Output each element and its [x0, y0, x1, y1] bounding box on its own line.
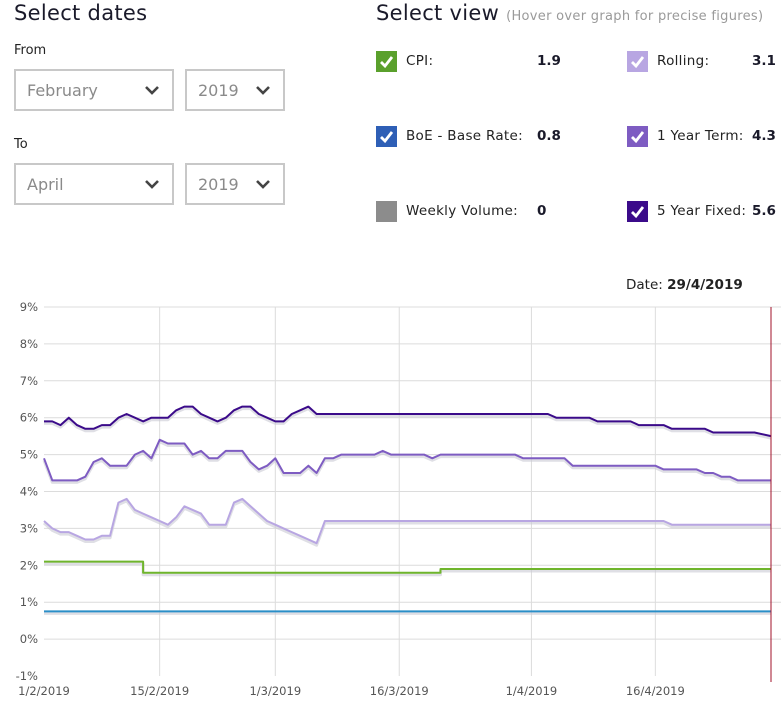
chevron-down-icon	[256, 180, 270, 189]
legend-item-value: 0.8	[537, 128, 561, 144]
series-line-rolling	[43, 497, 771, 545]
y-tick-label: 2%	[20, 558, 38, 572]
series-line-5-year-fixed	[44, 405, 772, 438]
to-year-value: 2019	[198, 175, 239, 194]
legend-item-value: 4.3	[752, 128, 776, 144]
y-tick-label: 8%	[20, 337, 38, 351]
checkbox-checked[interactable]	[376, 126, 397, 147]
chevron-down-icon	[145, 180, 159, 189]
series-line-cpi	[44, 560, 771, 574]
series-shadow	[43, 499, 771, 547]
legend-item-label: CPI:	[406, 53, 434, 69]
legend-item-label: 1 Year Term:	[657, 128, 744, 144]
x-tick-label: 16/4/2019	[626, 684, 685, 698]
chevron-down-icon	[145, 86, 159, 95]
select-dates-title: Select dates	[14, 1, 148, 25]
y-tick-label: 4%	[20, 485, 38, 499]
hover-hint: (Hover over graph for precise figures)	[506, 9, 764, 24]
from-month-value: February	[27, 81, 98, 100]
from-year-select[interactable]: 2019	[185, 69, 285, 111]
y-tick-label: 7%	[20, 374, 38, 388]
x-tick-label: 1/3/2019	[249, 684, 301, 698]
legend-item-label: 5 Year Fixed:	[657, 203, 747, 219]
legend-item-label: Rolling:	[657, 53, 710, 69]
checkbox-checked[interactable]	[627, 51, 648, 72]
from-year-value: 2019	[198, 81, 239, 100]
y-tick-label: 6%	[20, 411, 38, 425]
legend-item[interactable]: 1 Year Term: 4.3	[627, 126, 783, 148]
from-label: From	[14, 43, 47, 58]
series-line-1-year-term	[43, 438, 771, 482]
from-month-select[interactable]: February	[14, 69, 174, 111]
checkmark-icon	[631, 131, 645, 143]
series-shadow	[44, 562, 771, 577]
legend-item-value: 3.1	[752, 53, 776, 69]
to-label: To	[14, 137, 28, 152]
y-tick-label: 0%	[20, 632, 38, 646]
checkbox-unchecked[interactable]	[376, 201, 397, 222]
legend-item-label: Weekly Volume:	[406, 203, 518, 219]
select-view-title: Select view	[376, 1, 500, 25]
select-view-heading: Select view (Hover over graph for precis…	[376, 1, 763, 25]
checkbox-checked[interactable]	[627, 201, 648, 222]
x-tick-label: 1/4/2019	[506, 684, 558, 698]
checkmark-icon	[380, 56, 394, 68]
hover-date-value: 29/4/2019	[667, 277, 743, 293]
legend-item-label: BoE - Base Rate:	[406, 128, 523, 144]
y-tick-label: 9%	[20, 300, 38, 314]
checkmark-icon	[631, 56, 645, 68]
to-month-select[interactable]: April	[14, 163, 174, 205]
series-shadow	[42, 440, 771, 484]
hover-date-readout: Date: 29/4/2019	[626, 277, 743, 293]
to-month-value: April	[27, 175, 64, 194]
y-tick-label: -1%	[16, 669, 38, 683]
checkmark-icon	[380, 131, 394, 143]
y-tick-label: 5%	[20, 448, 38, 462]
y-tick-label: 3%	[20, 521, 38, 535]
to-year-select[interactable]: 2019	[185, 163, 285, 205]
legend-item[interactable]: Weekly Volume: 0	[376, 201, 546, 223]
checkbox-checked[interactable]	[627, 126, 648, 147]
legend-item-value: 1.9	[537, 53, 561, 69]
x-tick-label: 1/2/2019	[18, 684, 70, 698]
legend-item[interactable]: BoE - Base Rate: 0.8	[376, 126, 561, 148]
legend-item[interactable]: CPI: 1.9	[376, 51, 561, 73]
checkmark-icon	[631, 206, 645, 218]
legend-item-value: 5.6	[752, 203, 776, 219]
legend-item[interactable]: 5 Year Fixed: 5.6	[627, 201, 783, 223]
chevron-down-icon	[256, 86, 270, 95]
hover-date-label: Date:	[626, 277, 663, 293]
series-shadow	[44, 407, 772, 440]
legend-item[interactable]: Rolling: 3.1	[627, 51, 783, 73]
checkbox-checked[interactable]	[376, 51, 397, 72]
x-tick-label: 15/2/2019	[130, 684, 189, 698]
legend-item-value: 0	[537, 203, 547, 219]
y-tick-label: 1%	[20, 595, 38, 609]
x-tick-label: 16/3/2019	[370, 684, 429, 698]
